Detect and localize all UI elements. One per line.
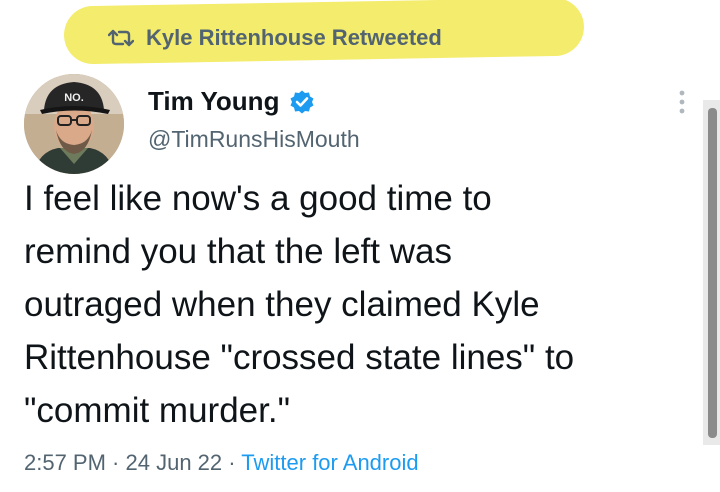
display-name[interactable]: Tim Young [148,86,279,117]
retweet-context[interactable]: Kyle Rittenhouse Retweeted [108,22,442,54]
retweet-icon [108,29,134,47]
verified-badge-icon [290,90,314,113]
scrollbar-thumb[interactable] [708,108,717,438]
tweet-text: I feel like now's a good time to remind … [24,179,575,430]
tweet-screenshot: Kyle Rittenhouse Retweeted NO. Tim Young… [0,0,720,492]
tweet-date[interactable]: 24 Jun 22 [126,450,223,475]
more-options-icon[interactable] [674,88,690,116]
tweet-metadata: 2:57 PM · 24 Jun 22 · Twitter for Androi… [24,450,419,476]
meta-separator: · [222,450,242,475]
tweet-source[interactable]: Twitter for Android [241,450,418,475]
avatar[interactable]: NO. [24,74,124,174]
cap-logo-text: NO. [64,92,84,104]
meta-separator: · [105,450,126,475]
author-name-row[interactable]: Tim Young [148,86,315,117]
user-handle[interactable]: @TimRunsHisMouth [148,126,360,153]
tweet-time[interactable]: 2:57 PM [24,450,106,475]
retweet-label: Kyle Rittenhouse Retweeted [146,25,442,50]
avatar-image: NO. [24,74,124,174]
